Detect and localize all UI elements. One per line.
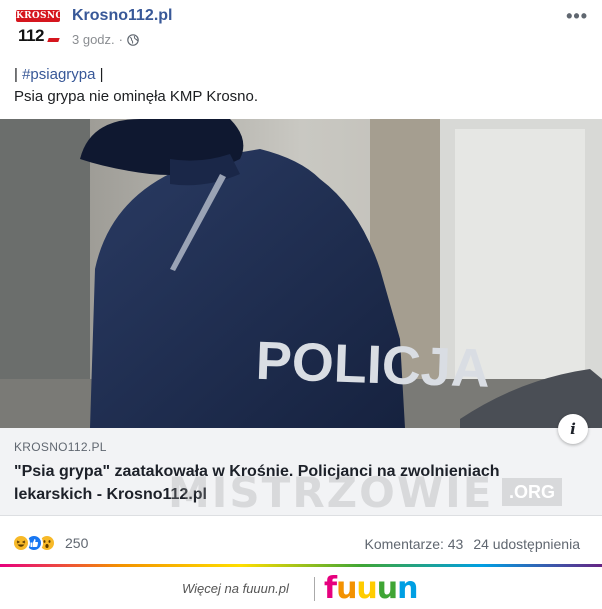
post-footer: 250 Komentarze: 43 24 udostępnienia bbox=[0, 526, 602, 560]
avatar-logo-accent bbox=[47, 38, 60, 42]
link-preview-image[interactable]: POLICJA bbox=[0, 119, 602, 428]
fuuun-separator bbox=[314, 577, 315, 601]
pipe-close: | bbox=[99, 66, 104, 83]
jacket-text: POLICJA bbox=[255, 331, 491, 399]
page-name-link[interactable]: Krosno112.pl bbox=[72, 7, 172, 25]
fuuun-logo-letter: n bbox=[397, 571, 418, 606]
post-timestamp[interactable]: 3 godz. bbox=[72, 32, 115, 47]
facebook-post: KROSNO 112 Krosno112.pl 3 godz. · ••• | … bbox=[0, 0, 602, 560]
watermark-text: MISTRZOWIE bbox=[168, 468, 494, 517]
watermark-suffix: .ORG bbox=[502, 478, 562, 506]
link-domain: KROSNO112.PL bbox=[14, 440, 107, 454]
fuuun-logo-letter: f bbox=[324, 571, 337, 606]
fuuun-logo-letter: u bbox=[376, 571, 398, 606]
engagement-counts: Komentarze: 43 24 udostępnienia bbox=[365, 536, 581, 552]
meta-separator: · bbox=[118, 32, 123, 47]
pipe-open: | bbox=[14, 66, 18, 83]
fuuun-logo-letter: u bbox=[356, 571, 377, 606]
comments-count[interactable]: Komentarze: 43 bbox=[365, 536, 464, 552]
fuuun-more-link[interactable]: Więcej na fuuun.pl bbox=[182, 581, 289, 596]
post-text-line-1: | #psiagrypa | bbox=[14, 64, 258, 86]
avatar-logo-top-text: KROSNO bbox=[16, 11, 62, 21]
fuuun-logo[interactable]: fuuun bbox=[324, 571, 419, 606]
avatar-logo-banner: KROSNO bbox=[16, 10, 62, 22]
reaction-count[interactable]: 250 bbox=[65, 535, 88, 551]
page-avatar[interactable]: KROSNO 112 bbox=[14, 8, 62, 52]
post-text: | #psiagrypa | Psia grypa nie ominęła KM… bbox=[14, 64, 258, 108]
shares-count[interactable]: 24 udostępnienia bbox=[473, 536, 580, 552]
police-officer-photo: POLICJA bbox=[0, 119, 602, 428]
info-icon[interactable]: i bbox=[558, 414, 588, 444]
haha-reaction-icon bbox=[12, 534, 30, 552]
fuuun-footer: Więcej na fuuun.pl fuuun bbox=[0, 567, 602, 609]
globe-icon bbox=[127, 33, 139, 46]
post-header: KROSNO 112 Krosno112.pl 3 godz. · ••• bbox=[10, 4, 592, 54]
more-options-icon[interactable]: ••• bbox=[566, 6, 588, 27]
hashtag-link[interactable]: #psiagrypa bbox=[22, 66, 95, 83]
fuuun-logo-letter: u bbox=[336, 571, 357, 606]
reactions-summary[interactable]: 250 bbox=[12, 534, 88, 552]
post-text-line-2: Psia grypa nie ominęła KMP Krosno. bbox=[14, 88, 259, 105]
post-meta: 3 godz. · bbox=[72, 32, 139, 47]
avatar-logo-number: 112 bbox=[18, 26, 44, 45]
